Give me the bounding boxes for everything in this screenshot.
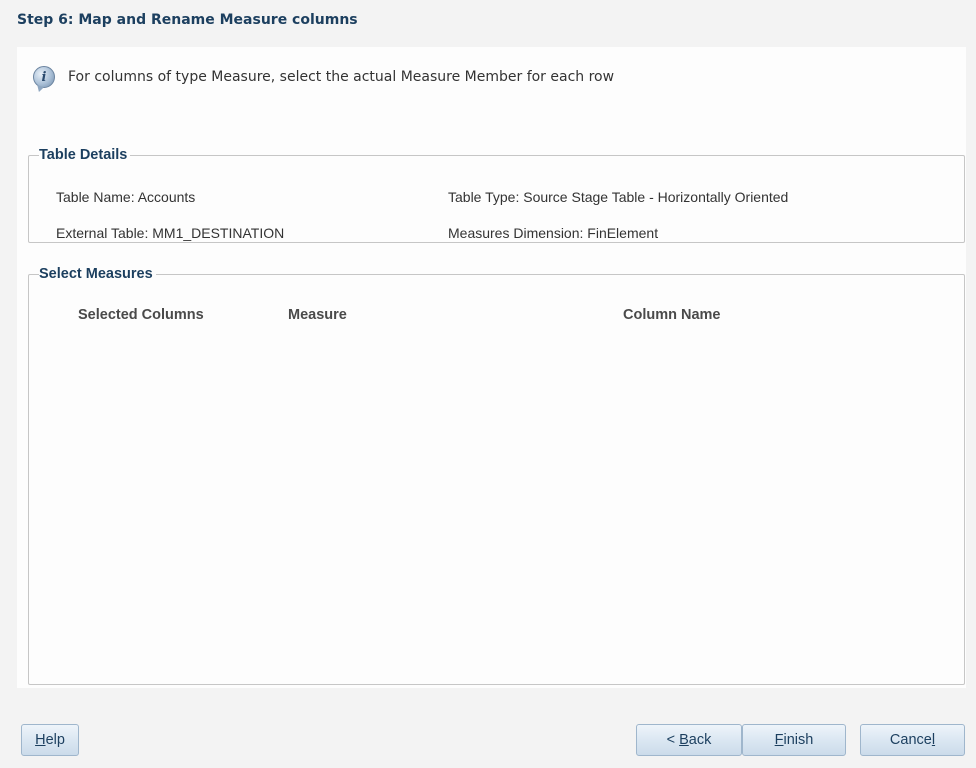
step-title: Step 6: Map and Rename Measure columns bbox=[17, 12, 358, 28]
measures-dimension-label: Measures Dimension: FinElement bbox=[448, 225, 659, 241]
back-button-label: ack bbox=[688, 732, 712, 748]
info-message: For columns of type Measure, select the … bbox=[68, 69, 615, 85]
table-details-group: Table Details Table Name: Accounts Table… bbox=[28, 147, 965, 243]
external-table-label: External Table: MM1_DESTINATION bbox=[56, 225, 285, 241]
column-header-column-name: Column Name bbox=[623, 307, 721, 323]
help-button-mnemonic: H bbox=[35, 732, 46, 748]
cancel-button-label: Cance bbox=[889, 732, 932, 748]
back-button-prefix: < bbox=[666, 732, 680, 748]
table-name-label: Table Name: Accounts bbox=[56, 189, 196, 205]
select-measures-group: Select Measures Selected Columns Measure… bbox=[28, 266, 965, 685]
select-measures-legend: Select Measures bbox=[39, 266, 153, 282]
measures-table-body bbox=[30, 332, 963, 683]
finish-button-label: inish bbox=[783, 732, 814, 748]
help-button-label: elp bbox=[45, 732, 65, 748]
info-message-row: i For columns of type Measure, select th… bbox=[33, 66, 614, 88]
finish-button[interactable]: Finish bbox=[742, 724, 846, 756]
cancel-button-mnemonic: l bbox=[931, 732, 936, 748]
table-details-legend: Table Details bbox=[39, 147, 128, 163]
column-header-measure: Measure bbox=[288, 307, 347, 323]
back-button-mnemonic: B bbox=[679, 732, 689, 748]
table-type-label: Table Type: Source Stage Table - Horizon… bbox=[448, 189, 789, 205]
cancel-button[interactable]: Cance l bbox=[860, 724, 965, 756]
finish-button-mnemonic: F bbox=[774, 732, 784, 748]
help-button[interactable]: Help bbox=[21, 724, 79, 756]
info-icon: i bbox=[33, 66, 55, 88]
back-button[interactable]: < Back bbox=[636, 724, 742, 756]
column-header-selected-columns: Selected Columns bbox=[78, 307, 204, 323]
wizard-content-panel: i For columns of type Measure, select th… bbox=[17, 47, 966, 688]
